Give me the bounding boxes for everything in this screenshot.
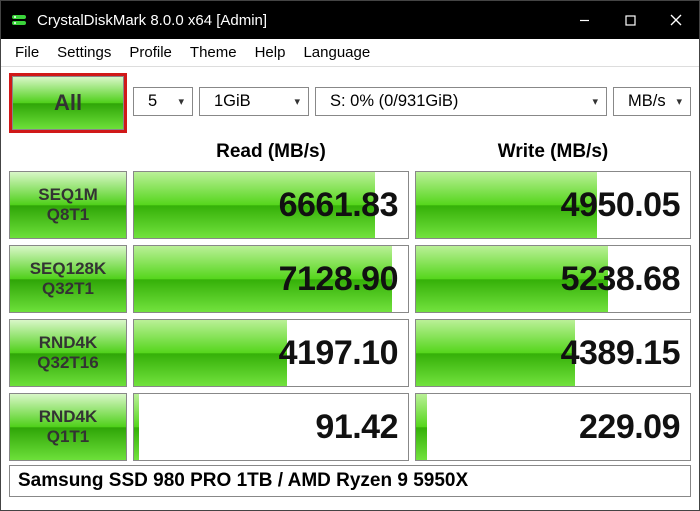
write-value: 5238.68 (561, 260, 680, 299)
app-window: CrystalDiskMark 8.0.0 x64 [Admin] File S… (0, 0, 700, 511)
write-bar (416, 320, 575, 386)
test-label-line2: Q1T1 (47, 427, 90, 447)
chevron-down-icon: ▾ (178, 95, 184, 108)
write-value-cell: 4950.05 (415, 171, 691, 239)
column-headers: Read (MB/s) Write (MB/s) (9, 137, 691, 167)
app-icon (9, 10, 29, 30)
minimize-button[interactable] (561, 1, 607, 39)
result-row: SEQ128KQ32T1 7128.90 5238.68 (9, 245, 691, 313)
menu-settings[interactable]: Settings (49, 42, 119, 63)
titlebar[interactable]: CrystalDiskMark 8.0.0 x64 [Admin] (1, 1, 699, 39)
menubar: File Settings Profile Theme Help Languag… (1, 39, 699, 67)
maximize-button[interactable] (607, 1, 653, 39)
write-bar (416, 394, 427, 460)
test-button-seq1m-q8t1[interactable]: SEQ1MQ8T1 (9, 171, 127, 239)
chevron-down-icon: ▾ (676, 95, 682, 108)
unit-value: MB/s (628, 92, 666, 111)
menu-file[interactable]: File (7, 42, 47, 63)
test-label-line2: Q32T16 (37, 353, 98, 373)
write-value-cell: 5238.68 (415, 245, 691, 313)
test-button-seq128k-q32t1[interactable]: SEQ128KQ32T1 (9, 245, 127, 313)
test-label-line1: RND4K (39, 407, 98, 427)
drive-select[interactable]: S: 0% (0/931GiB) ▾ (315, 87, 607, 116)
test-label-line2: Q8T1 (47, 205, 90, 225)
test-label-line1: RND4K (39, 333, 98, 353)
header-write: Write (MB/s) (415, 137, 691, 167)
system-info: Samsung SSD 980 PRO 1TB / AMD Ryzen 9 59… (9, 465, 691, 497)
drive-value: S: 0% (0/931GiB) (330, 92, 458, 111)
content-area: All 5 ▾ 1GiB ▾ S: 0% (0/931GiB) ▾ MB/s ▾… (1, 67, 699, 510)
controls-row: All 5 ▾ 1GiB ▾ S: 0% (0/931GiB) ▾ MB/s ▾ (9, 73, 691, 133)
results-grid: SEQ1MQ8T1 6661.83 4950.05 SEQ128KQ32T1 7128.… (9, 171, 691, 461)
read-value-cell: 6661.83 (133, 171, 409, 239)
result-row: SEQ1MQ8T1 6661.83 4950.05 (9, 171, 691, 239)
read-value: 6661.83 (279, 186, 398, 225)
write-value: 4950.05 (561, 186, 680, 225)
test-label-line2: Q32T1 (42, 279, 94, 299)
read-value: 91.42 (315, 408, 398, 447)
runs-select[interactable]: 5 ▾ (133, 87, 193, 116)
read-value-cell: 7128.90 (133, 245, 409, 313)
write-value-cell: 4389.15 (415, 319, 691, 387)
chevron-down-icon: ▾ (592, 95, 598, 108)
write-value: 229.09 (579, 408, 680, 447)
menu-theme[interactable]: Theme (182, 42, 245, 63)
read-bar (134, 320, 287, 386)
read-bar (134, 394, 139, 460)
read-value: 4197.10 (279, 334, 398, 373)
menu-help[interactable]: Help (247, 42, 294, 63)
result-row: RND4KQ1T1 91.42 229.09 (9, 393, 691, 461)
runs-value: 5 (148, 92, 157, 111)
unit-select[interactable]: MB/s ▾ (613, 87, 691, 116)
test-button-rnd4k-q32t16[interactable]: RND4KQ32T16 (9, 319, 127, 387)
read-value-cell: 4197.10 (133, 319, 409, 387)
size-value: 1GiB (214, 92, 251, 111)
chevron-down-icon: ▾ (294, 95, 300, 108)
test-button-rnd4k-q1t1[interactable]: RND4KQ1T1 (9, 393, 127, 461)
close-button[interactable] (653, 1, 699, 39)
test-label-line1: SEQ1M (38, 185, 98, 205)
result-row: RND4KQ32T16 4197.10 4389.15 (9, 319, 691, 387)
write-value: 4389.15 (561, 334, 680, 373)
read-value: 7128.90 (279, 260, 398, 299)
write-value-cell: 229.09 (415, 393, 691, 461)
read-value-cell: 91.42 (133, 393, 409, 461)
run-all-button[interactable]: All (12, 76, 124, 130)
size-select[interactable]: 1GiB ▾ (199, 87, 309, 116)
all-button-highlight: All (9, 73, 127, 133)
window-title: CrystalDiskMark 8.0.0 x64 [Admin] (37, 12, 267, 29)
header-read: Read (MB/s) (133, 137, 409, 167)
test-label-line1: SEQ128K (30, 259, 107, 279)
menu-language[interactable]: Language (295, 42, 378, 63)
menu-profile[interactable]: Profile (121, 42, 180, 63)
